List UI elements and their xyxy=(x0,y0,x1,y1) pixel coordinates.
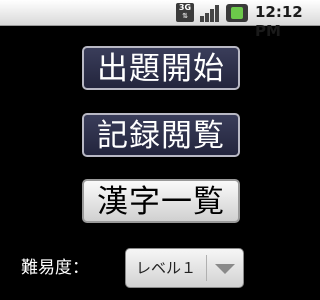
difficulty-selected-value: レベル１ xyxy=(136,259,197,277)
kanji-list-button[interactable]: 漢字一覧 xyxy=(82,179,240,223)
difficulty-spinner[interactable]: レベル１ xyxy=(125,248,244,288)
spinner-divider xyxy=(206,255,207,281)
battery-icon xyxy=(226,4,248,22)
network-3g-icon: 3G ⇅ xyxy=(176,3,194,22)
signal-strength-icon xyxy=(200,5,219,22)
view-records-button[interactable]: 記録閲覧 xyxy=(82,113,240,157)
difficulty-label: 難易度： xyxy=(21,258,89,278)
status-bar: 3G ⇅ 12:12 PM xyxy=(0,0,320,40)
start-quiz-button[interactable]: 出題開始 xyxy=(82,46,240,90)
chevron-down-icon xyxy=(215,264,235,274)
status-time: 12:12 PM xyxy=(255,3,303,40)
network-type-label: 3G xyxy=(178,3,192,12)
